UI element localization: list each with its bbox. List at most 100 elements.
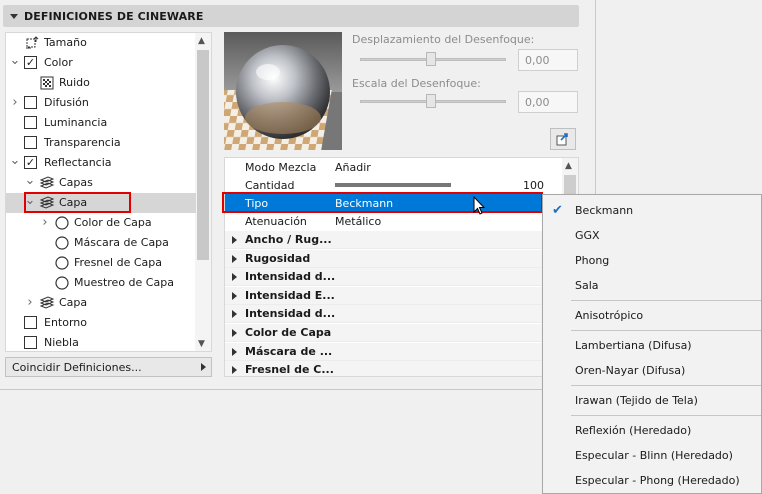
tree-item-label: Tamaño <box>44 36 87 49</box>
unchecked-checkbox[interactable] <box>24 116 37 129</box>
panel-title: DEFINICIONES DE CINEWARE <box>24 9 204 23</box>
menu-item-beckmann[interactable]: ✔ Beckmann <box>543 198 761 222</box>
capa-highlight-box <box>24 192 131 213</box>
tree-item-color[interactable]: ⌄ ✓ Color <box>6 53 196 73</box>
menu-item-lambertiana-difusa[interactable]: Lambertiana (Difusa) <box>543 333 761 357</box>
prop-group-color-de-capa[interactable]: Color de Capa <box>225 324 563 342</box>
scroll-up-icon[interactable]: ▲ <box>198 36 205 46</box>
chevron-down-icon[interactable]: ⌄ <box>25 173 36 188</box>
menu-item-label: GGX <box>575 228 600 242</box>
blur-offset-label: Desplazamiento del Desenfoque: <box>352 33 535 46</box>
tree-item-label: Fresnel de Capa <box>74 256 162 269</box>
prop-group-fresnel-de-c[interactable]: Fresnel de C... <box>225 361 563 377</box>
chevron-down-icon[interactable]: ⌄ <box>10 53 21 68</box>
tree-scrollbar[interactable]: ▲ ▼ <box>195 33 211 351</box>
scroll-down-icon[interactable]: ▼ <box>198 339 205 349</box>
blur-offset-field[interactable]: 0,00 <box>518 49 578 71</box>
expand-triangle-icon <box>232 254 237 263</box>
prop-row-modo-mezcla[interactable]: Modo Mezcla Añadir <box>225 158 563 176</box>
prop-group-intensidad-d[interactable]: Intensidad d... <box>225 268 563 287</box>
menu-item-label: Anisotrópico <box>575 308 644 322</box>
menu-item-label: Lambertiana (Difusa) <box>575 338 692 352</box>
prop-name: Modo Mezcla <box>245 160 317 174</box>
menu-item-oren-nayar-difusa[interactable]: Oren-Nayar (Difusa) <box>543 358 761 382</box>
checked-checkbox[interactable]: ✓ <box>24 156 37 169</box>
tree-item-capa[interactable]: › Capa <box>6 293 196 313</box>
tree-item-tamano[interactable]: Tamaño <box>6 33 196 53</box>
blur-scale-slider-thumb[interactable] <box>426 94 436 108</box>
menu-item-reflexion-heredado[interactable]: Reflexión (Heredado) <box>543 418 761 442</box>
expand-triangle-icon <box>232 291 237 300</box>
material-preview-sphere <box>224 32 342 150</box>
menu-item-ggx[interactable]: GGX <box>543 223 761 247</box>
menu-separator <box>571 385 761 386</box>
chevron-down-icon[interactable]: ⌄ <box>10 153 21 168</box>
prop-group-label: Fresnel de C... <box>245 363 334 377</box>
tree-item-muestreo-de-capa[interactable]: Muestreo de Capa <box>6 273 196 293</box>
menu-separator <box>571 300 761 301</box>
panel-header[interactable]: DEFINICIONES DE CINEWARE <box>3 5 579 27</box>
tree-scrollbar-thumb[interactable] <box>197 50 209 260</box>
prop-group-ancho-rug[interactable]: Ancho / Rug... <box>225 231 563 249</box>
menu-item-especular-phong-heredado[interactable]: Especular - Phong (Heredado) <box>543 468 761 492</box>
menu-item-sala[interactable]: Sala <box>543 273 761 297</box>
expand-triangle-icon <box>232 273 237 282</box>
tree-item-label: Color <box>44 56 73 69</box>
tree-item-difusion[interactable]: › Difusión <box>6 93 196 113</box>
tree-item-label: Niebla <box>44 336 79 349</box>
menu-item-label: Reflexión (Heredado) <box>575 423 692 437</box>
circle-icon <box>54 215 70 231</box>
menu-item-irawan-tejido-de-tela[interactable]: Irawan (Tejido de Tela) <box>543 388 761 412</box>
mouse-cursor-icon <box>473 196 486 215</box>
chevron-right-icon[interactable]: › <box>40 215 50 230</box>
tree-item-luminancia[interactable]: Luminancia <box>6 113 196 133</box>
unchecked-checkbox[interactable] <box>24 96 37 109</box>
amount-slider[interactable] <box>335 183 451 187</box>
checked-checkbox[interactable]: ✓ <box>24 56 37 69</box>
layer-properties-table: ▲ Modo Mezcla Añadir Cantidad 100 Tipo Beckma… <box>224 157 579 377</box>
tree-item-fresnel-de-capa[interactable]: Fresnel de Capa <box>6 253 196 273</box>
tree-item-label: Transparencia <box>44 136 121 149</box>
unchecked-checkbox[interactable] <box>24 316 37 329</box>
tree-item-color-de-capa[interactable]: › Color de Capa <box>6 213 196 233</box>
prop-group-intensidad-d[interactable]: Intensidad d... <box>225 305 563 324</box>
tree-item-reflectancia[interactable]: ⌄ ✓ Reflectancia <box>6 153 196 173</box>
tree-item-capas[interactable]: ⌄ Capas <box>6 173 196 193</box>
prop-group-mascara-de[interactable]: Máscara de ... <box>225 342 563 361</box>
menu-item-phong[interactable]: Phong <box>543 248 761 272</box>
menu-item-label: Phong <box>575 253 610 267</box>
tree-item-label: Máscara de Capa <box>74 236 169 249</box>
tree-item-entorno[interactable]: Entorno <box>6 313 196 333</box>
props-scroll-up-icon[interactable]: ▲ <box>565 161 572 171</box>
tree-item-label: Luminancia <box>44 116 108 129</box>
prop-group-label: Rugosidad <box>245 251 311 265</box>
blur-scale-field[interactable]: 0,00 <box>518 91 578 113</box>
tree-item-label: Entorno <box>44 316 87 329</box>
collapse-triangle-icon <box>10 13 18 19</box>
prop-row-atenuacion[interactable]: Atenuación Metálico <box>225 212 563 230</box>
tree-item-transparencia[interactable]: Transparencia <box>6 133 196 153</box>
menu-item-anisotropico[interactable]: Anisotrópico <box>543 303 761 327</box>
chevron-right-icon[interactable]: › <box>25 295 35 310</box>
unchecked-checkbox[interactable] <box>24 136 37 149</box>
prop-value: Añadir <box>335 160 371 174</box>
tree-item-label: Color de Capa <box>74 216 152 229</box>
chevron-right-icon[interactable]: › <box>10 95 20 110</box>
tree-item-niebla[interactable]: Niebla <box>6 333 196 351</box>
prop-name: Atenuación <box>245 214 307 228</box>
menu-item-especular-blinn-heredado[interactable]: Especular - Blinn (Heredado) <box>543 443 761 467</box>
tree-item-ruido[interactable]: Ruido <box>6 73 196 93</box>
menu-item-label: Sala <box>575 278 599 292</box>
match-settings-label: Coincidir Definiciones... <box>12 360 142 374</box>
preview-sphere-image <box>224 32 342 150</box>
prop-group-rugosidad[interactable]: Rugosidad <box>225 249 563 268</box>
layers-icon <box>39 175 55 191</box>
tree-item-mascara-de-capa[interactable]: Máscara de Capa <box>6 233 196 253</box>
tree-item-label: Capas <box>59 176 93 189</box>
blur-offset-slider-thumb[interactable] <box>426 52 436 66</box>
unchecked-checkbox[interactable] <box>24 336 37 349</box>
match-settings-button[interactable]: Coincidir Definiciones... <box>5 357 212 377</box>
checkmark-icon: ✔ <box>552 203 563 218</box>
export-button[interactable] <box>550 128 576 150</box>
prop-group-intensidad-e[interactable]: Intensidad E... <box>225 286 563 305</box>
